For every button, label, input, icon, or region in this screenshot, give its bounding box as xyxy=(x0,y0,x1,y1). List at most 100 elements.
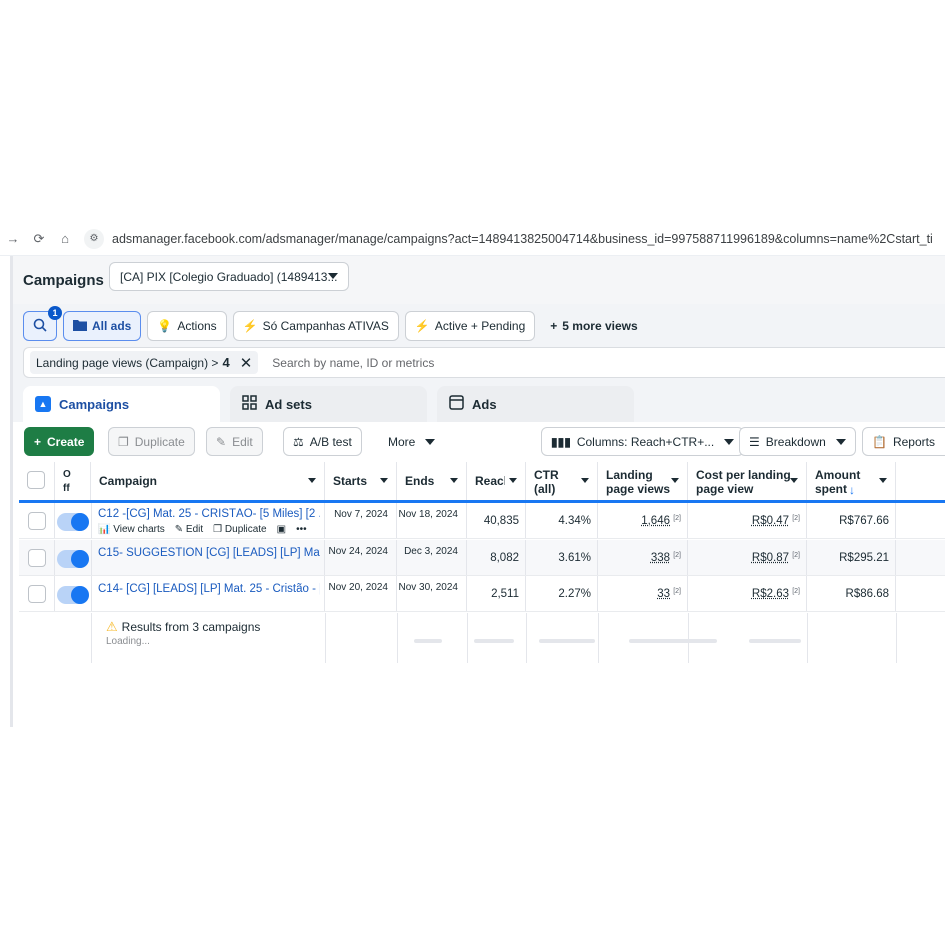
tab-campaigns[interactable]: ▲ Campaigns xyxy=(23,386,220,422)
edit-link[interactable]: ✎ Edit xyxy=(175,524,203,535)
end-date: Nov 30, 2024 xyxy=(398,582,459,593)
search-input[interactable]: Search by name, ID or metrics xyxy=(272,356,434,370)
reports-label: Reports xyxy=(892,434,935,449)
view-charts-link[interactable]: 📊 View charts xyxy=(98,524,165,535)
more-actions-icon[interactable]: ••• xyxy=(296,524,307,535)
table-row[interactable]: C14- [CG] [LEADS] [LP] Mat. 25 - Cristão… xyxy=(19,576,945,612)
reach-cell: 2,511 xyxy=(467,576,526,611)
results-label: Results from 3 campaigns xyxy=(121,620,261,634)
more-views-button[interactable]: + 5 more views xyxy=(541,311,646,341)
landing-page-views-header[interactable]: Landing page views xyxy=(598,462,688,500)
plus-icon: + xyxy=(550,319,558,333)
view-all-ads[interactable]: All ads xyxy=(63,311,142,341)
view-actions[interactable]: 💡 Actions xyxy=(147,311,227,341)
ends-header[interactable]: Ends xyxy=(397,462,467,500)
campaign-toggle[interactable] xyxy=(57,586,89,604)
account-selector[interactable]: [CA] PIX [Colegio Graduado] (1489413... xyxy=(109,262,349,291)
footnote-ref: [2] xyxy=(792,515,800,522)
amount-spent-header[interactable]: Amount spent ↓ xyxy=(807,462,896,500)
filter-search-bar[interactable]: Landing page views (Campaign) > 4 ✕ Sear… xyxy=(23,347,945,378)
starts-cell: Nov 20, 2024 xyxy=(325,576,397,611)
ends-cell: Nov 30, 2024 xyxy=(397,576,467,611)
ctr-cell: 3.61% xyxy=(526,540,598,575)
select-all-checkbox[interactable] xyxy=(27,471,45,489)
url-text[interactable]: adsmanager.facebook.com/adsmanager/manag… xyxy=(112,232,932,246)
reload-icon[interactable]: ⟳ xyxy=(26,231,52,247)
flask-icon: ⚖ xyxy=(293,434,304,449)
reach-cell: 40,835 xyxy=(467,503,526,538)
starts-header[interactable]: Starts xyxy=(325,462,397,500)
forward-icon[interactable]: → xyxy=(0,231,26,246)
campaign-name-link[interactable]: C15- SUGGESTION [CG] [LEADS] [LP] Mat. .… xyxy=(98,547,320,559)
reach-cell: 8,082 xyxy=(467,540,526,575)
start-date: Nov 24, 2024 xyxy=(328,546,389,557)
reach-header[interactable]: Reach xyxy=(467,462,526,500)
duplicate-button[interactable]: ❐ Duplicate xyxy=(108,427,195,456)
tab-ads[interactable]: Ads xyxy=(437,386,634,422)
columns-button[interactable]: ▮▮▮ Columns: Reach+CTR+... xyxy=(541,427,745,456)
campaign-toggle[interactable] xyxy=(57,513,89,531)
create-button[interactable]: + Create xyxy=(24,427,95,456)
column-divider xyxy=(467,613,468,663)
table-row[interactable]: C15- SUGGESTION [CG] [LEADS] [LP] Mat. .… xyxy=(19,540,945,576)
loading-placeholder xyxy=(474,639,514,643)
close-icon[interactable]: ✕ xyxy=(240,354,253,372)
duplicate-icon: ❐ xyxy=(213,524,223,535)
home-icon[interactable]: ⌂ xyxy=(52,231,78,246)
search-filter-button[interactable]: 1 xyxy=(23,306,62,341)
row-actions: 📊 View charts ✎ Edit ❐ Duplicate ▣ ••• xyxy=(98,524,307,535)
campaigns-table: Off / On Campaign Starts Ends Reach CTR … xyxy=(13,462,945,727)
reports-button[interactable]: 📋 Reports xyxy=(862,427,945,456)
more-label: More xyxy=(388,434,416,449)
grid-icon xyxy=(242,395,257,413)
view-label: All ads xyxy=(92,319,132,333)
cost-per-lpv-header[interactable]: Cost per landing page view xyxy=(688,462,807,500)
chevron-down-icon xyxy=(425,438,436,445)
header-label: Reach xyxy=(475,474,505,488)
site-settings-icon[interactable]: ⚙ xyxy=(84,228,104,249)
tab-ad-sets[interactable]: Ad sets xyxy=(230,386,427,422)
image-icon[interactable]: ▣ xyxy=(277,524,286,535)
view-so-campanhas-ativas[interactable]: ⚡ Só Campanhas ATIVAS xyxy=(232,311,399,341)
duplicate-link[interactable]: ❐ Duplicate xyxy=(213,524,266,535)
checkbox-cell xyxy=(19,576,55,611)
ad-icon xyxy=(449,395,464,413)
campaign-name-link[interactable]: C14- [CG] [LEADS] [LP] Mat. 25 - Cristão… xyxy=(98,583,320,595)
row-checkbox[interactable] xyxy=(28,549,46,567)
pencil-icon: ✎ xyxy=(174,524,184,535)
campaign-cell: C15- SUGGESTION [CG] [LEADS] [LP] Mat. .… xyxy=(91,540,325,575)
page-title: Campaigns xyxy=(23,272,104,289)
footnote-ref: [2] xyxy=(673,552,681,559)
more-button[interactable]: More xyxy=(379,427,445,456)
column-divider xyxy=(896,613,897,663)
breakdown-button[interactable]: ☰ Breakdown xyxy=(739,427,856,456)
pencil-icon: ✎ xyxy=(216,434,227,449)
sort-icon xyxy=(879,478,887,483)
footnote-ref: [2] xyxy=(792,552,800,559)
toggle-cell xyxy=(55,540,91,575)
ctr-header[interactable]: CTR (all) xyxy=(526,462,598,500)
column-divider xyxy=(91,613,92,663)
filter-chip[interactable]: Landing page views (Campaign) > 4 ✕ xyxy=(30,351,259,374)
ab-test-button[interactable]: ⚖ A/B test xyxy=(283,427,362,456)
lightning-icon: ⚡ xyxy=(242,319,258,333)
table-row[interactable]: C12 -[CG] Mat. 25 - CRISTÃO- [5 Miles] [… xyxy=(19,503,945,539)
cplpv-value: R$0.47 xyxy=(751,515,789,527)
sort-icon xyxy=(581,478,589,483)
reports-icon: 📋 xyxy=(872,434,887,449)
row-checkbox[interactable] xyxy=(28,585,46,603)
view-active-pending[interactable]: ⚡ Active + Pending xyxy=(404,311,536,341)
warning-icon: ⚠ xyxy=(106,619,118,634)
column-divider xyxy=(688,613,689,663)
header-label: Landing page views xyxy=(606,468,671,496)
search-icon xyxy=(33,318,47,335)
row-checkbox[interactable] xyxy=(28,512,46,530)
cplpv-value: R$0.87 xyxy=(751,552,789,564)
spent-value: R$767.66 xyxy=(839,515,889,527)
edit-button[interactable]: ✎ Edit xyxy=(206,427,263,456)
campaign-header[interactable]: Campaign xyxy=(91,462,325,500)
cplpv-cell: R$0.87 [2] xyxy=(688,540,807,575)
campaign-toggle[interactable] xyxy=(57,550,89,568)
chevron-down-icon xyxy=(835,438,846,445)
campaign-name-link[interactable]: C12 -[CG] Mat. 25 - CRISTÃO- [5 Miles] [… xyxy=(98,508,320,520)
